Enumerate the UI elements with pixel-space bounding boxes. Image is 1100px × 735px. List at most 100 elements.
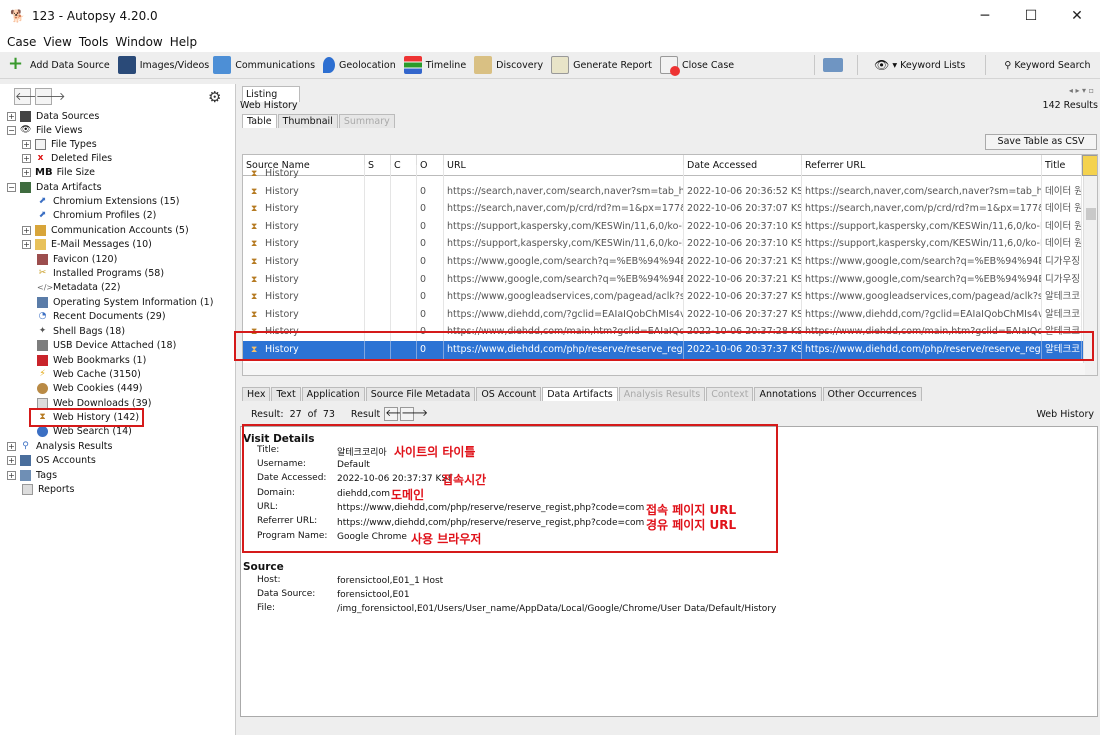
tab-other-occurrences[interactable]: Other Occurrences bbox=[822, 387, 922, 401]
tree-shell-bags[interactable]: ✦ Shell Bags (18) bbox=[37, 324, 125, 338]
cell-source-name: ⧗ History bbox=[243, 253, 365, 271]
table-row[interactable]: ⧗ History 0 https://www,google,com/search?q… bbox=[243, 253, 1097, 271]
tree-email-messages[interactable]: + E-Mail Messages (10) bbox=[22, 237, 152, 251]
tree-favicon[interactable]: Favicon (120) bbox=[37, 252, 117, 266]
tree-os-info[interactable]: Operating System Information (1) bbox=[37, 295, 213, 309]
tab-application[interactable]: Application bbox=[301, 387, 365, 401]
menu-tools[interactable]: Tools bbox=[79, 35, 109, 49]
table-row[interactable]: ⧗ History 0 https://www,googleadservices,co… bbox=[243, 288, 1097, 306]
expand-icon[interactable]: + bbox=[22, 167, 31, 177]
hourglass-icon: ⧗ bbox=[251, 221, 258, 232]
tab-text[interactable]: Text bbox=[271, 387, 301, 401]
expand-icon[interactable]: + bbox=[7, 455, 16, 465]
timeline-button[interactable]: Timeline bbox=[403, 56, 466, 74]
tree-chromium-profiles[interactable]: ⬈ Chromium Profiles (2) bbox=[37, 208, 157, 222]
tab-analysis-results[interactable]: Analysis Results bbox=[618, 387, 706, 401]
tree-data-sources[interactable]: + Data Sources bbox=[7, 109, 99, 123]
table-row[interactable]: ⧗ History bbox=[243, 165, 1097, 183]
highlight-web-history bbox=[29, 408, 144, 427]
tree-file-views[interactable]: − 👁 File Views bbox=[7, 123, 82, 137]
tree-os-accounts[interactable]: + OS Accounts bbox=[7, 453, 96, 467]
table-row[interactable]: ⧗ History 0 https://support,kaspersky,com/K… bbox=[243, 217, 1097, 236]
tree-recent-documents[interactable]: ◔ Recent Documents (29) bbox=[37, 309, 166, 323]
scroll-thumb[interactable] bbox=[1086, 208, 1096, 220]
cell-o: 0 bbox=[417, 235, 444, 253]
timeline-icon bbox=[403, 56, 422, 74]
horizontal-scrollbar[interactable] bbox=[243, 363, 1085, 375]
menu-case[interactable]: Case bbox=[7, 35, 36, 49]
tree-data-artifacts[interactable]: − Data Artifacts bbox=[7, 180, 102, 194]
tree-installed-programs[interactable]: ✂ Installed Programs (58) bbox=[37, 266, 164, 280]
menu-window[interactable]: Window bbox=[115, 35, 162, 49]
cell-empty bbox=[391, 305, 417, 324]
collapse-icon[interactable]: − bbox=[7, 125, 16, 135]
table-row[interactable]: ⧗ History 0 https://search,naver,com/p/crd/… bbox=[243, 200, 1097, 218]
keyword-search-button[interactable]: ⚲ Keyword Search bbox=[1004, 60, 1090, 71]
tree-metadata[interactable]: </> Metadata (22) bbox=[37, 280, 121, 294]
back-arrow-icon[interactable]: 🡐 bbox=[14, 88, 45, 105]
table-row[interactable]: ⧗ History 0 https://www,google,com/search?q… bbox=[243, 270, 1097, 289]
gear-icon[interactable]: ⚙ bbox=[208, 88, 221, 106]
table-row[interactable]: ⧗ History 0 https://www,diehdd,com/?gclid=E… bbox=[243, 305, 1097, 324]
tab-context[interactable]: Context bbox=[706, 387, 754, 401]
add-data-source-button[interactable]: + Add Data Source bbox=[8, 55, 110, 74]
cell-o: 0 bbox=[417, 217, 444, 236]
tree-tags[interactable]: + Tags bbox=[7, 468, 57, 482]
expand-icon[interactable]: + bbox=[7, 441, 16, 451]
tree-file-size[interactable]: + MB File Size bbox=[22, 165, 95, 179]
table-row[interactable]: ⧗ History 0 https://search,naver,com/search… bbox=[243, 182, 1097, 201]
geolocation-button[interactable]: Geolocation bbox=[323, 57, 396, 73]
tab-table[interactable]: Table bbox=[242, 114, 277, 128]
next-result-icon[interactable]: 🡒 bbox=[400, 407, 428, 421]
tree-reports[interactable]: Reports bbox=[22, 482, 74, 496]
results-count: 142 Results bbox=[1042, 100, 1098, 111]
expand-icon[interactable]: + bbox=[22, 239, 31, 249]
forward-arrow-icon[interactable]: 🡒 bbox=[35, 88, 66, 105]
menu-help[interactable]: Help bbox=[170, 35, 197, 49]
tree-analysis-results[interactable]: + ⚲ Analysis Results bbox=[7, 439, 112, 453]
close-case-button[interactable]: Close Case bbox=[660, 56, 734, 76]
keyword-lists-button[interactable]: 👁 ▾ Keyword Lists bbox=[874, 58, 965, 72]
tab-summary[interactable]: Summary bbox=[338, 114, 395, 128]
email-button[interactable] bbox=[823, 58, 847, 72]
images-videos-button[interactable]: Images/Videos bbox=[117, 56, 209, 74]
expand-icon[interactable]: + bbox=[7, 111, 16, 121]
data-artifacts-icon bbox=[20, 181, 31, 193]
title-bar: 🐕 123 - Autopsy 4.20.0 ─ ☐ ✕ bbox=[0, 0, 1100, 32]
result-viewer: Listing ◂ ▸ ▾ ▫ Web History 142 Results … bbox=[234, 84, 1100, 735]
tree-usb-device[interactable]: USB Device Attached (18) bbox=[37, 338, 176, 352]
tree-chromium-extensions[interactable]: ⬈ Chromium Extensions (15) bbox=[37, 194, 180, 208]
tree-communication-accounts[interactable]: + Communication Accounts (5) bbox=[22, 223, 189, 237]
tab-thumbnail[interactable]: Thumbnail bbox=[277, 114, 338, 128]
tree-web-bookmarks[interactable]: Web Bookmarks (1) bbox=[37, 353, 146, 367]
collapse-icon[interactable]: − bbox=[7, 182, 16, 192]
cell-title: 디가우징 bbox=[1042, 270, 1082, 289]
table-row[interactable]: ⧗ History 0 https://support,kaspersky,com/K… bbox=[243, 235, 1097, 253]
tree-web-cookies[interactable]: Web Cookies (449) bbox=[37, 381, 143, 395]
minimize-button[interactable]: ─ bbox=[962, 0, 1008, 32]
maximize-button[interactable]: ☐ bbox=[1008, 0, 1054, 32]
expand-icon[interactable]: + bbox=[22, 153, 31, 163]
prev-result-icon[interactable]: 🡐 bbox=[384, 407, 412, 421]
close-button[interactable]: ✕ bbox=[1054, 0, 1100, 32]
cell-url: https://www,google,com/search?q=%EB%94%9… bbox=[444, 270, 684, 289]
menu-view[interactable]: View bbox=[43, 35, 71, 49]
tab-hex[interactable]: Hex bbox=[242, 387, 271, 401]
tab-data-artifacts[interactable]: Data Artifacts bbox=[542, 387, 618, 401]
tree-file-types[interactable]: + File Types bbox=[22, 137, 97, 151]
tab-os-account[interactable]: OS Account bbox=[476, 387, 542, 401]
tab-annotations[interactable]: Annotations bbox=[754, 387, 822, 401]
save-table-csv-button[interactable]: Save Table as CSV bbox=[985, 134, 1097, 150]
expand-icon[interactable]: + bbox=[7, 470, 16, 480]
tab-source-file-metadata[interactable]: Source File Metadata bbox=[365, 387, 476, 401]
discovery-button[interactable]: Discovery bbox=[474, 56, 543, 74]
generate-report-button[interactable]: Generate Report bbox=[551, 56, 652, 74]
result-label-2: Result bbox=[350, 408, 381, 420]
tree-deleted-files[interactable]: + x Deleted Files bbox=[22, 151, 112, 165]
expand-icon[interactable]: + bbox=[22, 225, 31, 235]
expand-icon[interactable]: + bbox=[22, 139, 31, 149]
cell-date: 2022-10-06 20:37:27 KST bbox=[684, 288, 802, 306]
communications-button[interactable]: Communications bbox=[213, 56, 315, 74]
tree-web-cache[interactable]: ⚡ Web Cache (3150) bbox=[37, 367, 141, 381]
tab-scroll-icons[interactable]: ◂ ▸ ▾ ▫ bbox=[1069, 86, 1094, 95]
